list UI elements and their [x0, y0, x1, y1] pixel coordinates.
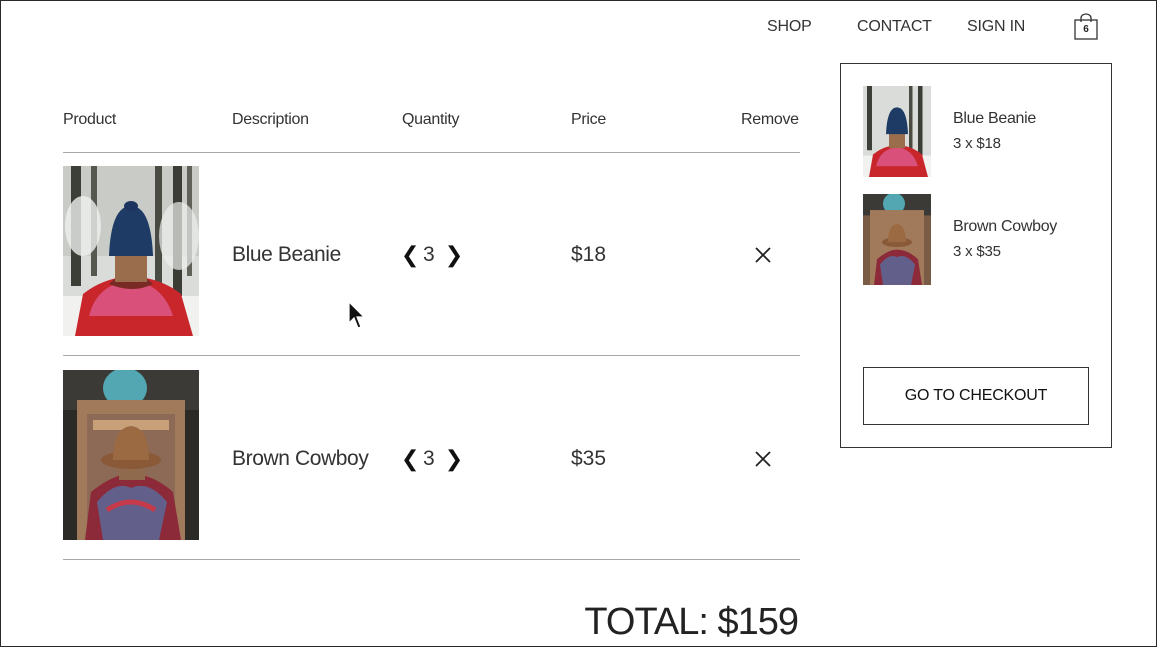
item-price: $35 — [571, 447, 607, 470]
nav-sign-in-link[interactable]: SIGN IN — [967, 18, 1025, 36]
header-price: Price — [571, 111, 606, 128]
mouse-cursor-icon — [348, 301, 366, 331]
header-product: Product — [63, 111, 117, 128]
header-quantity: Quantity — [402, 111, 460, 128]
mini-cart-item-image — [863, 86, 931, 177]
close-icon[interactable] — [753, 245, 773, 265]
table-divider — [63, 355, 800, 356]
cart-total: TOTAL: $159 — [584, 601, 799, 643]
chevron-right-icon[interactable]: ❯ — [445, 244, 463, 266]
quantity-value: 3 — [423, 447, 435, 470]
cart-item-name: Blue Beanie — [232, 243, 341, 266]
table-divider — [63, 152, 800, 153]
cart-item-name: Brown Cowboy — [232, 447, 369, 470]
mini-cart-item-name: Blue Beanie — [953, 110, 1036, 127]
mini-cart-item-qty: 3 x $35 — [953, 243, 1001, 260]
header-remove: Remove — [741, 111, 799, 128]
checkout-button[interactable]: GO TO CHECKOUT — [863, 367, 1089, 425]
mini-cart-item-qty: 3 x $18 — [953, 135, 1001, 152]
nav-contact-link[interactable]: CONTACT — [857, 18, 932, 36]
close-icon[interactable] — [753, 449, 773, 469]
mini-cart-item-image — [863, 194, 931, 285]
product-image-beanie — [63, 166, 199, 336]
quantity-value: 3 — [423, 243, 435, 266]
chevron-right-icon[interactable]: ❯ — [445, 448, 463, 470]
cart-bag-button[interactable]: 6 — [1074, 13, 1098, 40]
product-image-cowboy — [63, 370, 199, 540]
chevron-left-icon[interactable]: ❮ — [401, 448, 419, 470]
table-divider — [63, 559, 800, 560]
header-description: Description — [232, 111, 309, 128]
chevron-left-icon[interactable]: ❮ — [401, 244, 419, 266]
mini-cart-item-name: Brown Cowboy — [953, 218, 1058, 235]
quantity-stepper: ❮ 3 ❯ — [401, 243, 463, 267]
nav-shop-link[interactable]: SHOP — [767, 18, 812, 36]
quantity-stepper: ❮ 3 ❯ — [401, 447, 463, 471]
mini-cart-panel: Blue Beanie 3 x $18 Brown Cowboy 3 x $35… — [840, 63, 1112, 448]
item-price: $18 — [571, 243, 607, 266]
cart-count-badge: 6 — [1083, 24, 1089, 35]
